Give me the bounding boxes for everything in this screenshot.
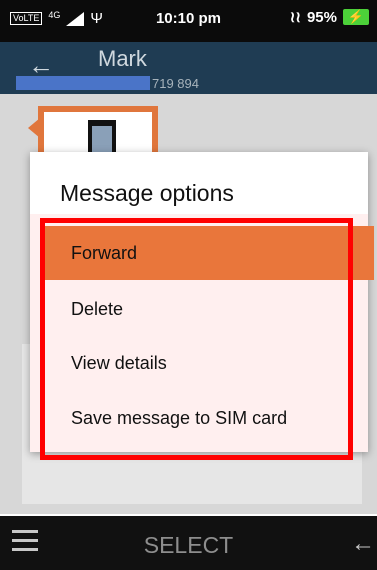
dialog-title: Message options — [60, 180, 234, 206]
softkey-bar: SELECT ← — [0, 516, 377, 570]
bubble-tail — [28, 118, 40, 138]
vibrate-icon: ≀≀ — [289, 9, 301, 26]
redacted-number-bar — [16, 76, 150, 90]
option-label: Delete — [71, 298, 124, 319]
back-softkey-icon[interactable]: ← — [351, 530, 375, 558]
battery-percent: 95% — [306, 8, 337, 26]
device-screen: VoLTE 4G Ψ 10:10 pm ≀≀ 95% ⚡ ← Mark 719 … — [0, 0, 377, 570]
phone-number-partial: 719 894 — [152, 76, 199, 91]
option-view-details[interactable]: View details — [30, 336, 350, 390]
option-label: Save message to SIM card — [71, 407, 288, 428]
battery-charging-icon: ⚡ — [343, 9, 369, 25]
option-save-to-sim[interactable]: Save message to SIM card — [30, 391, 350, 445]
contact-name: Mark — [98, 46, 147, 71]
status-bar: VoLTE 4G Ψ 10:10 pm ≀≀ 95% ⚡ — [0, 0, 377, 42]
app-header: ← Mark 719 894 — [0, 42, 377, 94]
dialog-header: Message options — [30, 152, 368, 214]
status-right: ≀≀ 95% ⚡ — [290, 8, 369, 26]
option-label: View details — [71, 352, 167, 373]
message-options-dialog: Message options Forward Delete View deta… — [30, 152, 374, 452]
option-delete[interactable]: Delete — [30, 282, 350, 336]
option-label: Forward — [71, 242, 138, 263]
select-softkey[interactable]: SELECT — [0, 532, 377, 559]
option-forward[interactable]: Forward — [42, 226, 374, 280]
